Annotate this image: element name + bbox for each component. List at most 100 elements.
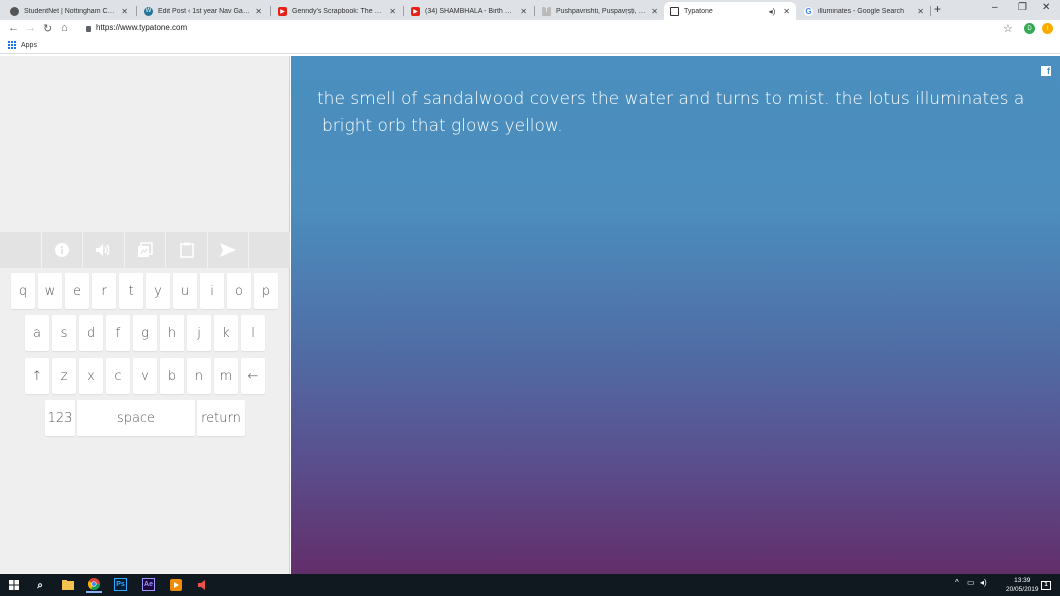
keyboard-panel: q w e r t y u i o p a s d f g h j k l ↑ … [0,56,290,574]
key-n[interactable]: n [187,358,211,394]
key-w[interactable]: w [38,273,62,309]
clipboard-button[interactable] [166,232,208,268]
notification-center-icon[interactable]: 1 [1038,577,1054,593]
minimize-icon[interactable]: – [992,2,998,13]
pattern-icon [138,242,153,257]
search-icon[interactable]: ⌕ [32,577,48,593]
address-bar[interactable]: https://www.typatone.com [86,23,187,32]
facebook-share-icon[interactable]: f [1041,66,1051,76]
after-effects-icon[interactable]: Ae [142,578,155,591]
close-icon[interactable]: ✕ [917,7,924,16]
typed-text: the smell of sandalwood covers the water… [317,86,1037,140]
tab-title: Genndy's Scrapbook: The Story of [292,7,386,15]
pattern-button[interactable] [125,232,167,268]
notification-count: 1 [1041,580,1051,590]
update-icon[interactable]: ! [1042,23,1053,34]
close-icon[interactable]: ✕ [783,7,790,16]
key-y[interactable]: y [146,273,170,309]
close-icon[interactable]: ✕ [389,7,396,16]
shift-key[interactable]: ↑ [25,358,49,394]
typatone-icon: T [542,6,551,16]
key-r[interactable]: r [92,273,116,309]
key-g[interactable]: g [133,315,157,351]
close-window-icon[interactable]: ✕ [1042,2,1050,13]
home-icon[interactable]: ⌂ [61,22,68,34]
tab-edit-post[interactable]: W Edit Post ‹ 1st year Nav Game Design ✕ [138,2,268,20]
key-b[interactable]: b [160,358,184,394]
tab-typatone[interactable]: Typatone ◂) ✕ [664,2,796,20]
apps-grid-icon [8,41,16,49]
key-l[interactable]: l [241,315,265,351]
key-h[interactable]: h [160,315,184,351]
close-icon[interactable]: ✕ [520,7,527,16]
windows-start-icon[interactable] [6,577,22,593]
tab-divider [136,6,137,16]
reload-icon[interactable]: ↻ [43,22,52,35]
key-i[interactable]: i [200,273,224,309]
audio-app-icon[interactable] [194,577,210,593]
backspace-key[interactable]: ← [241,358,265,394]
key-a[interactable]: a [25,315,49,351]
network-icon[interactable]: ▭ [967,578,975,587]
key-q[interactable]: q [11,273,35,309]
forward-icon[interactable]: → [25,22,36,34]
tab-title: illuminates - Google Search [818,7,904,15]
typing-stage[interactable]: the smell of sandalwood covers the water… [291,56,1060,574]
close-icon[interactable]: ✕ [121,7,128,16]
sound-button[interactable] [83,232,125,268]
key-f[interactable]: f [106,315,130,351]
key-v[interactable]: v [133,358,157,394]
profile-avatar[interactable]: D [1024,23,1035,34]
key-d[interactable]: d [79,315,103,351]
restore-icon[interactable]: ❐ [1018,2,1027,13]
key-z[interactable]: z [52,358,76,394]
space-key[interactable]: space [77,400,195,436]
key-t[interactable]: t [119,273,143,309]
send-icon [220,243,237,257]
wordpress-icon: W [144,6,153,16]
file-explorer-icon[interactable] [60,577,76,593]
apps-shortcut[interactable]: Apps [8,41,37,49]
close-icon[interactable]: ✕ [255,7,262,16]
media-player-icon[interactable] [168,577,184,593]
system-clock[interactable]: 13:39 20/05/2019 [1006,576,1039,594]
key-k[interactable]: k [214,315,238,351]
keyboard-toolbar [0,232,290,268]
info-icon [54,243,69,257]
youtube-icon: ▶ [278,6,287,16]
key-s[interactable]: s [52,315,76,351]
tab-title: StudentNet | Nottingham College [24,7,118,15]
clipboard-icon [179,242,194,258]
tab-divider [534,6,535,16]
clock-time: 13:39 [1014,577,1031,584]
tab-pushpavrishti[interactable]: T Pushpavrishti, Puspavṛṣṭi, Pushpa ✕ [536,2,664,20]
tab-shambhala[interactable]: ▶ (34) SHAMBHALA - Birth Place of ✕ [405,2,533,20]
tab-studentnet[interactable]: StudentNet | Nottingham College ✕ [4,2,134,20]
browser-toolbar: ← → ↻ ⌂ https://www.typatone.com ☆ D ! [0,20,1060,38]
numbers-key[interactable]: 123 [45,400,75,436]
speaker-icon[interactable]: ◂) [769,7,776,16]
info-button[interactable] [42,232,84,268]
key-x[interactable]: x [79,358,103,394]
bookmark-star-icon[interactable]: ☆ [1003,22,1013,35]
bookmarks-bar: Apps [0,38,1060,54]
key-e[interactable]: e [65,273,89,309]
key-m[interactable]: m [214,358,238,394]
key-p[interactable]: p [254,273,278,309]
close-icon[interactable]: ✕ [651,7,658,16]
volume-icon[interactable]: ◂) [980,578,987,587]
return-key[interactable]: return [197,400,245,436]
tray-chevron-icon[interactable]: ^ [955,578,959,587]
photoshop-icon[interactable]: Ps [114,578,127,591]
key-c[interactable]: c [106,358,130,394]
new-tab-button[interactable]: + [934,2,941,16]
back-icon[interactable]: ← [8,22,19,34]
key-u[interactable]: u [173,273,197,309]
chrome-icon[interactable] [86,577,102,593]
tab-divider [930,6,931,16]
key-o[interactable]: o [227,273,251,309]
key-j[interactable]: j [187,315,211,351]
tab-genndy[interactable]: ▶ Genndy's Scrapbook: The Story of ✕ [272,2,402,20]
tab-google-search[interactable]: G illuminates - Google Search ✕ [798,2,930,20]
send-button[interactable] [208,232,250,268]
